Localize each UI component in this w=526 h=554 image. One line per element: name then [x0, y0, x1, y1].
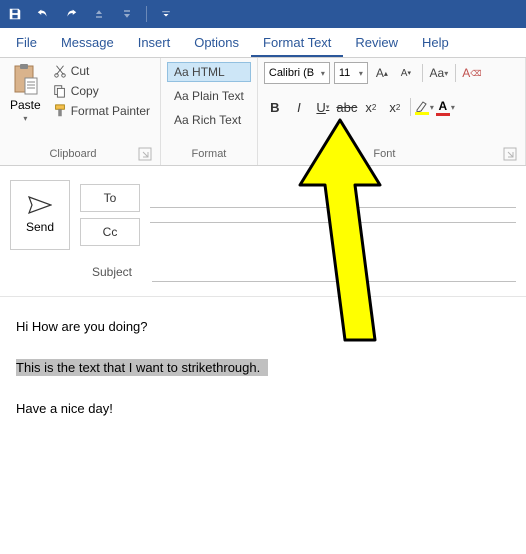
message-body[interactable]: Hi How are you doing? This is the text t…: [0, 297, 526, 459]
clipboard-dialog-launcher-icon[interactable]: [138, 147, 152, 161]
format-plain-button[interactable]: Aa Plain Text: [167, 86, 251, 106]
cc-button[interactable]: Cc: [80, 218, 140, 246]
send-label: Send: [26, 220, 54, 234]
body-line-1: Hi How are you doing?: [16, 317, 510, 338]
subscript-button[interactable]: x2: [360, 96, 382, 118]
superscript-button[interactable]: x2: [384, 96, 406, 118]
highlight-swatch: [415, 112, 429, 115]
qat-divider: [146, 6, 147, 22]
font-dialog-launcher-icon[interactable]: [503, 147, 517, 161]
copy-label: Copy: [71, 84, 99, 98]
separator: [455, 64, 456, 82]
tab-insert[interactable]: Insert: [126, 29, 183, 57]
format-rich-button[interactable]: Aa Rich Text: [167, 110, 251, 130]
font-group-label: Font: [266, 145, 503, 163]
tab-options[interactable]: Options: [182, 29, 251, 57]
group-format: Aa HTML Aa Plain Text Aa Rich Text Forma…: [161, 58, 258, 165]
clear-formatting-button[interactable]: A⌫: [462, 63, 482, 83]
format-group-label: Format: [169, 145, 249, 163]
paste-label: Paste: [10, 98, 41, 112]
ribbon: Paste ▾ Cut Copy Format Painter Clipbo: [0, 58, 526, 166]
subject-label: Subject: [82, 265, 142, 279]
down-arrow-icon[interactable]: [118, 5, 136, 23]
font-color-swatch: [436, 113, 450, 116]
up-arrow-icon[interactable]: [90, 5, 108, 23]
font-size-dropdown[interactable]: 11 ▾: [334, 62, 368, 84]
separator: [410, 98, 411, 116]
cut-button[interactable]: Cut: [49, 62, 154, 80]
tab-help[interactable]: Help: [410, 29, 461, 57]
title-bar: [0, 0, 526, 28]
separator: [422, 64, 423, 82]
body-line-3: Have a nice day!: [16, 399, 510, 420]
bold-button[interactable]: B: [264, 96, 286, 118]
group-font: Calibri (B ▾ 11 ▾ A▴ A▾ Aa▾ A⌫ B I U▾ ab…: [258, 58, 526, 165]
change-case-button[interactable]: Aa▾: [429, 63, 449, 83]
customize-qat-icon[interactable]: [157, 5, 175, 23]
chevron-down-icon: ▾: [451, 103, 455, 112]
italic-button[interactable]: I: [288, 96, 310, 118]
paste-dropdown-icon: ▾: [23, 114, 27, 123]
strikethrough-button[interactable]: abc: [336, 96, 358, 118]
to-button[interactable]: To: [80, 184, 140, 212]
format-html-button[interactable]: Aa HTML: [167, 62, 251, 82]
send-button[interactable]: Send: [10, 180, 70, 250]
clipboard-group-label: Clipboard: [8, 145, 138, 163]
redo-icon[interactable]: [62, 5, 80, 23]
body-line-2-selected: This is the text that I want to striketh…: [16, 359, 268, 376]
to-field[interactable]: [150, 207, 516, 208]
cc-field[interactable]: [150, 222, 516, 223]
ribbon-tabs: File Message Insert Options Format Text …: [0, 28, 526, 58]
subject-field[interactable]: [152, 262, 516, 282]
cut-label: Cut: [71, 64, 90, 78]
chevron-down-icon: ▾: [359, 69, 363, 78]
group-clipboard: Paste ▾ Cut Copy Format Painter Clipbo: [0, 58, 161, 165]
undo-icon[interactable]: [34, 5, 52, 23]
font-name-dropdown[interactable]: Calibri (B ▾: [264, 62, 330, 84]
format-painter-button[interactable]: Format Painter: [49, 102, 154, 120]
copy-button[interactable]: Copy: [49, 82, 154, 100]
tab-format-text[interactable]: Format Text: [251, 29, 343, 57]
font-color-button[interactable]: A ▾: [436, 99, 455, 116]
format-painter-label: Format Painter: [71, 104, 150, 118]
chevron-down-icon: ▾: [430, 103, 434, 112]
tab-message[interactable]: Message: [49, 29, 126, 57]
shrink-font-button[interactable]: A▾: [396, 63, 416, 83]
chevron-down-icon: ▾: [321, 69, 325, 78]
compose-header: Send To Cc Subject: [0, 166, 526, 297]
save-icon[interactable]: [6, 5, 24, 23]
tab-file[interactable]: File: [4, 29, 49, 57]
highlight-color-button[interactable]: ▾: [415, 100, 434, 115]
underline-button[interactable]: U▾: [312, 96, 334, 118]
grow-font-button[interactable]: A▴: [372, 63, 392, 83]
font-size-value: 11: [339, 67, 350, 79]
paste-button[interactable]: Paste ▾: [6, 62, 45, 125]
tab-review[interactable]: Review: [343, 29, 410, 57]
font-name-value: Calibri (B: [269, 67, 314, 79]
